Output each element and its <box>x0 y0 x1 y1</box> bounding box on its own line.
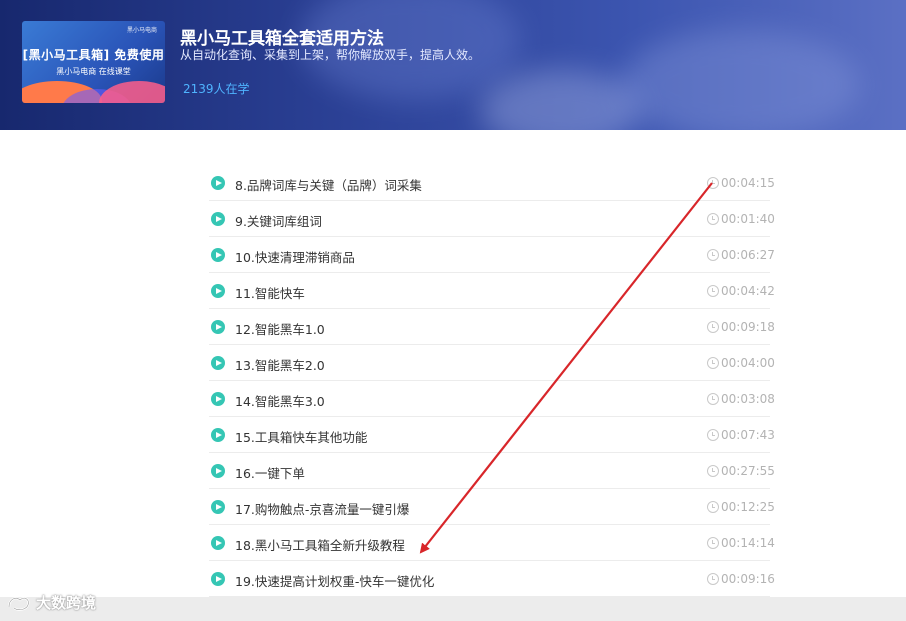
watermark-logo-icon <box>7 596 30 611</box>
clock-icon <box>707 573 719 585</box>
lesson-duration: 00:01:40 <box>721 212 775 226</box>
play-icon[interactable] <box>211 464 225 478</box>
lesson-row[interactable]: 8.品牌词库与关键（品牌）词采集 00:04:15 <box>209 165 775 201</box>
lesson-row[interactable]: 11.智能快车 00:04:42 <box>209 273 775 309</box>
lesson-title[interactable]: 18.黑小马工具箱全新升级教程 <box>235 535 405 554</box>
clock-icon <box>707 249 719 261</box>
lesson-row[interactable]: 12.智能黑车1.0 00:09:18 <box>209 309 775 345</box>
play-icon[interactable] <box>211 320 225 334</box>
watermark: 大数跨境 <box>6 592 96 613</box>
clock-icon <box>707 321 719 333</box>
lesson-duration: 00:14:14 <box>721 536 775 550</box>
clock-icon <box>707 537 719 549</box>
lesson-row[interactable]: 19.快速提高计划权重-快车一键优化 00:09:16 <box>209 561 775 597</box>
clock-icon <box>707 213 719 225</box>
lesson-title[interactable]: 10.快速清理滞销商品 <box>235 247 355 266</box>
lesson-duration: 00:06:27 <box>721 248 775 262</box>
lesson-title[interactable]: 9.关键词库组词 <box>235 211 322 230</box>
lesson-title[interactable]: 15.工具箱快车其他功能 <box>235 427 367 446</box>
lesson-row[interactable]: 10.快速清理滞销商品 00:06:27 <box>209 237 775 273</box>
clock-icon <box>707 465 719 477</box>
lesson-title[interactable]: 13.智能黑车2.0 <box>235 355 325 374</box>
clock-icon <box>707 393 719 405</box>
lesson-title[interactable]: 16.一键下单 <box>235 463 305 482</box>
play-icon[interactable] <box>211 356 225 370</box>
clock-icon <box>707 177 719 189</box>
play-icon[interactable] <box>211 176 225 190</box>
banner-decoration <box>620 30 860 130</box>
play-icon[interactable] <box>211 284 225 298</box>
play-icon[interactable] <box>211 212 225 226</box>
play-icon[interactable] <box>211 500 225 514</box>
banner-decoration <box>480 70 640 130</box>
course-thumbnail[interactable]: 黑小马电商 [黑小马工具箱] 免费使用 黑小马电商 在线课堂 <box>22 21 165 103</box>
watermark-text: 大数跨境 <box>36 594 97 612</box>
lesson-title[interactable]: 11.智能快车 <box>235 283 305 302</box>
lesson-title[interactable]: 17.购物触点-京喜流量一键引爆 <box>235 499 409 518</box>
clock-icon <box>707 285 719 297</box>
clock-icon <box>707 429 719 441</box>
lesson-duration: 00:04:15 <box>721 176 775 190</box>
lesson-row[interactable]: 17.购物触点-京喜流量一键引爆 00:12:25 <box>209 489 775 525</box>
lesson-row[interactable]: 16.一键下单 00:27:55 <box>209 453 775 489</box>
lesson-duration: 00:04:00 <box>721 356 775 370</box>
clock-icon <box>707 357 719 369</box>
lesson-row[interactable]: 9.关键词库组词 00:01:40 <box>209 201 775 237</box>
play-icon[interactable] <box>211 572 225 586</box>
learner-count: 2139人在学 <box>183 82 250 96</box>
course-banner: 黑小马电商 [黑小马工具箱] 免费使用 黑小马电商 在线课堂 黑小马工具箱全套适… <box>0 0 906 130</box>
footer-bar <box>0 597 906 621</box>
lesson-duration: 00:04:42 <box>721 284 775 298</box>
lesson-duration: 00:27:55 <box>721 464 775 478</box>
lesson-title[interactable]: 8.品牌词库与关键（品牌）词采集 <box>235 175 422 194</box>
lesson-row[interactable]: 18.黑小马工具箱全新升级教程 00:14:14 <box>209 525 775 561</box>
course-subtitle: 从自动化查询、采集到上架，帮你解放双手，提高人效。 <box>180 48 481 62</box>
lesson-duration: 00:07:43 <box>721 428 775 442</box>
lesson-duration: 00:12:25 <box>721 500 775 514</box>
thumbnail-logo: 黑小马电商 <box>126 27 157 34</box>
thumbnail-headline: [黑小马工具箱] 免费使用 <box>22 48 165 62</box>
lesson-duration: 00:03:08 <box>721 392 775 406</box>
lesson-duration: 00:09:18 <box>721 320 775 334</box>
lesson-list: 8.品牌词库与关键（品牌）词采集 00:04:15 9.关键词库组词 00:01:40… <box>209 165 775 597</box>
thumbnail-decoration <box>99 81 165 103</box>
lesson-row[interactable]: 14.智能黑车3.0 00:03:08 <box>209 381 775 417</box>
lesson-title[interactable]: 14.智能黑车3.0 <box>235 391 325 410</box>
play-icon[interactable] <box>211 428 225 442</box>
lesson-duration: 00:09:16 <box>721 572 775 586</box>
lesson-row[interactable]: 15.工具箱快车其他功能 00:07:43 <box>209 417 775 453</box>
lesson-row[interactable]: 13.智能黑车2.0 00:04:00 <box>209 345 775 381</box>
play-icon[interactable] <box>211 536 225 550</box>
thumbnail-caption: 黑小马电商 在线课堂 <box>56 67 131 76</box>
lesson-title[interactable]: 12.智能黑车1.0 <box>235 319 325 338</box>
lesson-title[interactable]: 19.快速提高计划权重-快车一键优化 <box>235 571 434 590</box>
play-icon[interactable] <box>211 392 225 406</box>
play-icon[interactable] <box>211 248 225 262</box>
clock-icon <box>707 501 719 513</box>
